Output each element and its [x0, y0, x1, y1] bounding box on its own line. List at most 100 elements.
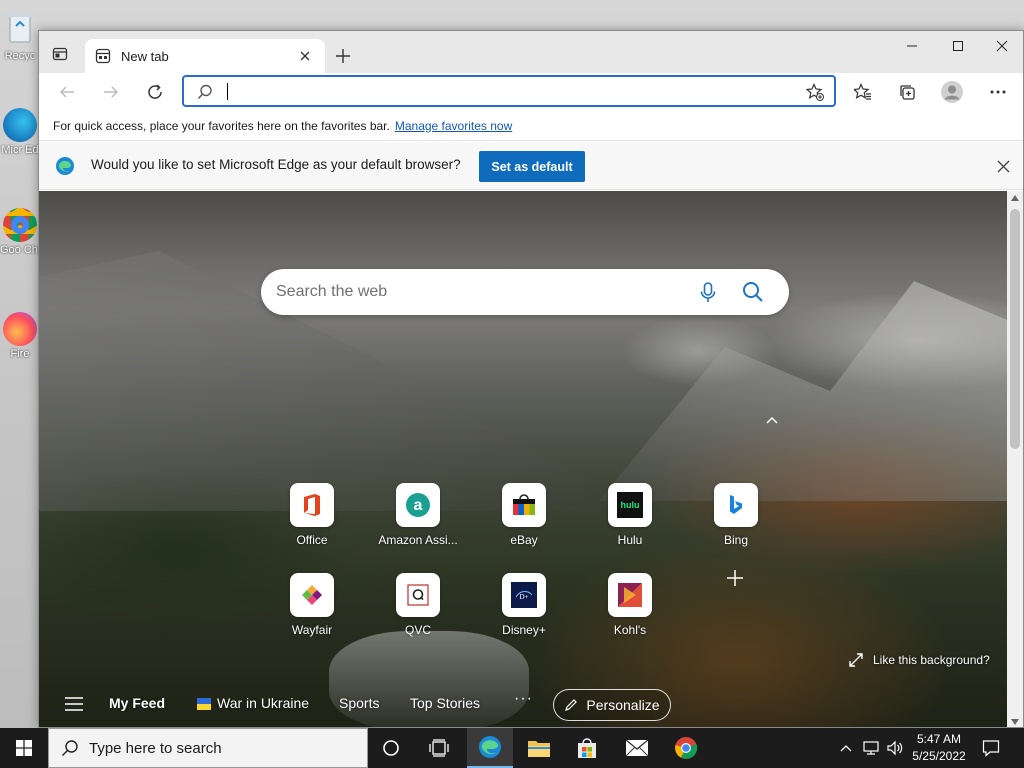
show-hidden-icons-button[interactable]: [836, 728, 856, 768]
address-input[interactable]: [228, 81, 798, 103]
desktop-icon-firefox[interactable]: Fire: [0, 312, 40, 360]
more-horizontal-icon: [990, 90, 1006, 94]
scrollbar-thumb[interactable]: [1010, 209, 1020, 449]
volume-icon: [887, 740, 903, 756]
tab-actions-button[interactable]: [49, 43, 71, 65]
tab-new-tab[interactable]: New tab: [85, 39, 325, 73]
microphone-icon[interactable]: [697, 281, 719, 303]
favorites-bar-message: For quick access, place your favorites h…: [53, 118, 390, 133]
like-background-button[interactable]: Like this background?: [849, 653, 990, 667]
chevron-up-icon[interactable]: [764, 413, 780, 429]
taskbar-mail[interactable]: [614, 728, 660, 768]
feed-tab-sports[interactable]: Sports: [339, 695, 379, 711]
action-center-button[interactable]: [976, 728, 1006, 768]
taskbar-edge[interactable]: [467, 728, 513, 768]
quick-link-tile: [502, 483, 546, 527]
favorites-icon: [854, 83, 871, 100]
quick-link-kohls[interactable]: Kohl's: [585, 573, 675, 637]
arrow-left-icon: [59, 86, 74, 98]
like-background-label: Like this background?: [873, 653, 990, 667]
quick-link-hulu[interactable]: hulu Hulu: [585, 483, 675, 547]
quick-link-amazon-assistant[interactable]: a Amazon Assi...: [373, 483, 463, 547]
avatar-icon: [941, 81, 963, 103]
arrow-right-icon: [104, 86, 119, 98]
feed-more-button[interactable]: ···: [514, 690, 533, 708]
feed-tab-my-feed[interactable]: My Feed: [109, 695, 165, 711]
quick-link-qvc[interactable]: QVC: [373, 573, 463, 637]
maximize-button[interactable]: [935, 31, 981, 61]
volume-button[interactable]: [884, 728, 906, 768]
network-button[interactable]: [860, 728, 882, 768]
profile-button[interactable]: [938, 78, 966, 106]
new-tab-button[interactable]: [331, 44, 355, 68]
favorites-button[interactable]: [849, 78, 877, 106]
collections-button[interactable]: [893, 78, 921, 106]
tab-close-button[interactable]: [295, 46, 315, 66]
page-scrollbar[interactable]: [1007, 191, 1023, 727]
close-icon: [300, 51, 310, 61]
quick-link-tile: D+: [502, 573, 546, 617]
close-icon: [996, 40, 1008, 52]
quick-link-label: eBay: [510, 533, 538, 547]
ebay-icon: [513, 494, 535, 515]
taskbar-clock[interactable]: 5:47 AM 5/25/2022: [905, 731, 973, 765]
quick-link-wayfair[interactable]: Wayfair: [267, 573, 357, 637]
back-button[interactable]: [53, 78, 81, 106]
desktop-icon-chrome[interactable]: Goo Chr: [0, 208, 40, 256]
taskbar-file-explorer[interactable]: [516, 728, 562, 768]
address-bar[interactable]: [182, 75, 836, 107]
desktop-icon-label: Fire: [10, 348, 30, 360]
quick-link-label: Office: [296, 533, 328, 547]
feed-tab-top-stories[interactable]: Top Stories: [410, 695, 480, 711]
quick-link-tile: [608, 573, 652, 617]
firefox-icon: [3, 312, 37, 346]
tab-bar: New tab: [39, 31, 1023, 73]
scroll-up-icon[interactable]: [1011, 195, 1019, 201]
maximize-icon: [953, 41, 963, 51]
taskbar: Type here to search 5:47 AM 5/25/2022: [0, 728, 1024, 768]
add-favorite-icon[interactable]: [806, 83, 824, 101]
scroll-down-icon[interactable]: [1011, 719, 1019, 725]
cortana-button[interactable]: [368, 728, 414, 768]
refresh-button[interactable]: [141, 78, 169, 106]
taskbar-chrome[interactable]: [663, 728, 709, 768]
office-icon: [304, 494, 320, 516]
desktop-icon-label: Recyc: [4, 50, 36, 62]
quick-link-ebay[interactable]: eBay: [479, 483, 569, 547]
edge-logo-icon: [56, 157, 74, 175]
chrome-icon: [3, 208, 37, 242]
feed-tab-war-in-ukraine[interactable]: War in Ukraine: [217, 695, 309, 711]
personalize-button[interactable]: Personalize: [553, 689, 671, 721]
search-icon[interactable]: [741, 280, 765, 304]
cortana-circle-icon: [383, 740, 399, 756]
task-view-button[interactable]: [416, 728, 462, 768]
plus-icon: [336, 49, 350, 63]
settings-more-button[interactable]: [984, 78, 1012, 106]
infobar-close-button[interactable]: [993, 156, 1013, 176]
quick-link-bing[interactable]: Bing: [691, 483, 781, 547]
hamburger-menu-icon[interactable]: [65, 697, 83, 711]
desktop-icon-recycle-bin[interactable]: Recyc: [0, 8, 40, 62]
quick-link-disney-plus[interactable]: D+ Disney+: [479, 573, 569, 637]
desktop-icon-edge[interactable]: Micr Ed: [0, 108, 40, 156]
forward-button[interactable]: [97, 78, 125, 106]
taskbar-microsoft-store[interactable]: [564, 728, 610, 768]
start-button[interactable]: [0, 728, 48, 768]
quick-link-office[interactable]: Office: [267, 483, 357, 547]
refresh-icon: [148, 84, 162, 99]
disney-plus-icon: D+: [511, 582, 537, 608]
edge-icon: [479, 736, 501, 758]
network-icon: [863, 741, 879, 755]
set-as-default-button[interactable]: Set as default: [479, 151, 585, 182]
add-site-plus-icon[interactable]: [725, 568, 745, 588]
taskbar-search-box[interactable]: Type here to search: [48, 728, 368, 768]
window-close-button[interactable]: [979, 31, 1023, 61]
quick-link-label: Wayfair: [291, 623, 333, 637]
tab-title: New tab: [121, 48, 169, 64]
quick-link-tile: [290, 573, 334, 617]
favorites-bar: For quick access, place your favorites h…: [39, 111, 1023, 141]
minimize-button[interactable]: [889, 31, 935, 61]
manage-favorites-link[interactable]: Manage favorites now: [395, 119, 512, 133]
web-search-box[interactable]: Search the web: [261, 269, 789, 315]
tab-actions-icon: [52, 47, 68, 61]
